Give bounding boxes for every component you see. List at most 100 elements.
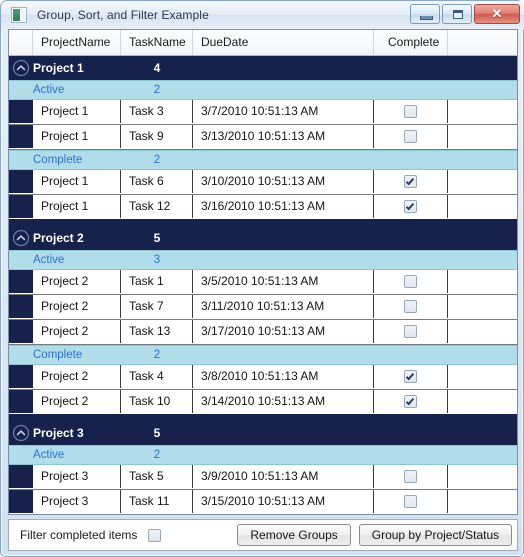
table-row[interactable]: Project 2 Task 7 3/11/2010 10:51:13 AM (9, 295, 517, 320)
subgroup-header[interactable]: Complete 2 (9, 345, 517, 365)
cell-extra (448, 465, 516, 488)
close-button[interactable]: ✕ (474, 4, 520, 24)
cell-extra (448, 170, 516, 193)
row-gutter (9, 295, 33, 318)
collapse-icon[interactable] (9, 424, 33, 442)
complete-checkbox[interactable] (404, 370, 417, 383)
cell-taskname: Task 9 (121, 125, 193, 148)
subgroup-name: Active (33, 449, 65, 461)
cell-duedate: 3/5/2010 10:51:13 AM (193, 270, 374, 293)
column-header-duedate[interactable]: DueDate (193, 30, 374, 55)
group-count: 5 (153, 426, 161, 440)
cell-taskname: Task 6 (121, 170, 193, 193)
group-header[interactable]: Project 1 4 (9, 56, 517, 80)
maximize-icon (453, 10, 463, 19)
subgroup-header[interactable]: Complete 2 (9, 150, 517, 170)
collapse-icon[interactable] (9, 59, 33, 77)
cell-duedate: 3/13/2010 10:51:13 AM (193, 125, 374, 148)
column-header-taskname[interactable]: TaskName (121, 30, 193, 55)
group-header[interactable]: Project 3 5 (9, 421, 517, 445)
cell-complete (374, 320, 448, 343)
cell-projectname: Project 2 (33, 295, 121, 318)
row-gutter (9, 270, 33, 293)
group-count: 5 (153, 231, 161, 245)
filter-completed-checkbox[interactable] (148, 528, 162, 542)
cell-duedate: 3/9/2010 10:51:13 AM (193, 465, 374, 488)
column-header-row: ProjectName TaskName DueDate Complete (9, 30, 517, 56)
table-row[interactable]: Project 1 Task 6 3/10/2010 10:51:13 AM (9, 170, 517, 195)
minimize-button[interactable] (410, 4, 440, 24)
cell-duedate: 3/17/2010 10:51:13 AM (193, 320, 374, 343)
cell-complete (374, 195, 448, 218)
subgroup-count: 2 (153, 84, 161, 96)
column-header-complete[interactable]: Complete (374, 30, 448, 55)
cell-taskname: Task 1 (121, 270, 193, 293)
table-row[interactable]: Project 2 Task 10 3/14/2010 10:51:13 AM (9, 390, 517, 414)
table-row[interactable]: Project 2 Task 13 3/17/2010 10:51:13 AM (9, 320, 517, 345)
cell-extra (448, 490, 516, 513)
row-gutter (9, 465, 33, 488)
remove-groups-button[interactable]: Remove Groups (237, 524, 351, 546)
complete-checkbox[interactable] (404, 130, 417, 143)
complete-checkbox[interactable] (404, 105, 417, 118)
complete-checkbox[interactable] (404, 495, 417, 508)
cell-complete (374, 125, 448, 148)
cell-projectname: Project 2 (33, 365, 121, 388)
table-row[interactable]: Project 2 Task 4 3/8/2010 10:51:13 AM (9, 365, 517, 390)
complete-checkbox[interactable] (404, 300, 417, 313)
cell-taskname: Task 13 (121, 320, 193, 343)
subgroup-count: 3 (153, 254, 161, 266)
cell-taskname: Task 10 (121, 390, 193, 413)
maximize-button[interactable] (442, 4, 472, 24)
cell-complete (374, 390, 448, 413)
subgroup-header[interactable]: Active 2 (9, 445, 517, 465)
table-row[interactable]: Project 3 Task 11 3/15/2010 10:51:13 AM (9, 490, 517, 514)
row-gutter (9, 390, 33, 413)
client-area: ProjectName TaskName DueDate Complete Pr… (8, 29, 518, 551)
table-row[interactable]: Project 1 Task 3 3/7/2010 10:51:13 AM (9, 100, 517, 125)
subgroup-name: Active (33, 84, 65, 96)
cell-projectname: Project 1 (33, 100, 121, 123)
bottom-toolbar: Filter completed items Remove Groups Gro… (8, 519, 518, 551)
table-row[interactable]: Project 1 Task 9 3/13/2010 10:51:13 AM (9, 125, 517, 150)
cell-projectname: Project 1 (33, 195, 121, 218)
column-header-gutter (9, 30, 33, 55)
listview-group: Project 1 4 Active 2 Project 1 Task 3 3/7/2010… (9, 56, 517, 219)
cell-taskname: Task 3 (121, 100, 193, 123)
complete-checkbox[interactable] (404, 325, 417, 338)
group-by-project-status-button[interactable]: Group by Project/Status (358, 524, 513, 546)
group-name: Project 2 (33, 231, 84, 245)
cell-complete (374, 365, 448, 388)
cell-projectname: Project 2 (33, 270, 121, 293)
subgroup-header[interactable]: Active 3 (9, 250, 517, 270)
cell-extra (448, 270, 516, 293)
complete-checkbox[interactable] (404, 275, 417, 288)
subgroup-header[interactable]: Active 2 (9, 80, 517, 100)
group-header[interactable]: Project 2 5 (9, 226, 517, 250)
complete-checkbox[interactable] (404, 470, 417, 483)
complete-checkbox[interactable] (404, 175, 417, 188)
column-header-projectname[interactable]: ProjectName (33, 30, 121, 55)
subgroup-name: Complete (33, 154, 83, 166)
cell-duedate: 3/10/2010 10:51:13 AM (193, 170, 374, 193)
collapse-icon[interactable] (9, 229, 33, 247)
listview-group: Project 3 5 Active 2 Project 3 Task 5 3/9/2010… (9, 421, 517, 514)
group-count: 4 (153, 61, 161, 75)
table-row[interactable]: Project 1 Task 12 3/16/2010 10:51:13 AM (9, 195, 517, 219)
complete-checkbox[interactable] (404, 200, 417, 213)
subgroup-name: Complete (33, 349, 83, 361)
cell-duedate: 3/15/2010 10:51:13 AM (193, 490, 374, 513)
app-icon (11, 7, 27, 23)
table-row[interactable]: Project 3 Task 5 3/9/2010 10:51:13 AM (9, 465, 517, 490)
cell-complete (374, 270, 448, 293)
table-row[interactable]: Project 2 Task 1 3/5/2010 10:51:13 AM (9, 270, 517, 295)
cell-duedate: 3/16/2010 10:51:13 AM (193, 195, 374, 218)
subgroup-count: 2 (153, 349, 161, 361)
row-gutter (9, 320, 33, 343)
cell-extra (448, 320, 516, 343)
row-gutter (9, 195, 33, 218)
cell-complete (374, 100, 448, 123)
cell-projectname: Project 2 (33, 390, 121, 413)
filter-completed-label: Filter completed items (20, 528, 138, 542)
complete-checkbox[interactable] (404, 395, 417, 408)
